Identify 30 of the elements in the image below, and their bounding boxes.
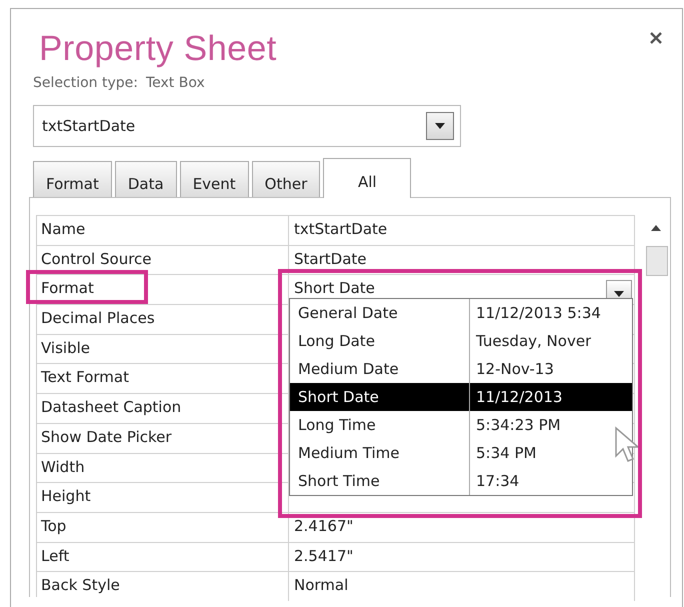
property-value[interactable]: txtStartDate [294, 220, 388, 238]
dropdown-button[interactable] [426, 112, 454, 140]
format-option[interactable]: Long Time 5:34:23 PM [290, 411, 632, 439]
panel-title: Property Sheet [39, 29, 277, 69]
property-value[interactable]: StartDate [294, 250, 366, 268]
tab[interactable]: Event [180, 161, 249, 197]
format-option[interactable]: General Date 11/12/2013 5:34 [290, 299, 632, 327]
format-option[interactable]: Long Date Tuesday, Nover [290, 327, 632, 355]
property-value[interactable]: Normal [294, 576, 348, 594]
property-name: Back Style [37, 572, 289, 601]
scroll-up-icon[interactable] [651, 225, 661, 231]
close-icon[interactable] [650, 32, 662, 44]
tab[interactable]: Format [33, 161, 112, 197]
tab[interactable]: Other [252, 161, 320, 197]
format-option[interactable]: Short Date 11/12/2013 [290, 383, 632, 411]
property-value[interactable]: 2.5417" [294, 546, 354, 565]
property-name: Top [37, 512, 289, 542]
property-value[interactable]: Short Date [294, 279, 375, 298]
property-name: Left [37, 542, 289, 572]
property-name: Control Source [37, 246, 289, 274]
selection-type-label: Selection type: [33, 75, 138, 91]
caret-down-icon [435, 123, 445, 129]
tab[interactable]: All [323, 158, 412, 198]
scrollbar-thumb[interactable] [646, 246, 668, 276]
tab[interactable]: Data [114, 161, 177, 197]
property-name: Name [37, 216, 289, 245]
object-combo-box[interactable]: txtStartDate [33, 105, 461, 147]
property-value[interactable]: 2.4167" [294, 516, 354, 535]
selection-type-value: Text Box [146, 75, 205, 91]
format-option[interactable]: Short Time 17:34 [290, 467, 632, 495]
